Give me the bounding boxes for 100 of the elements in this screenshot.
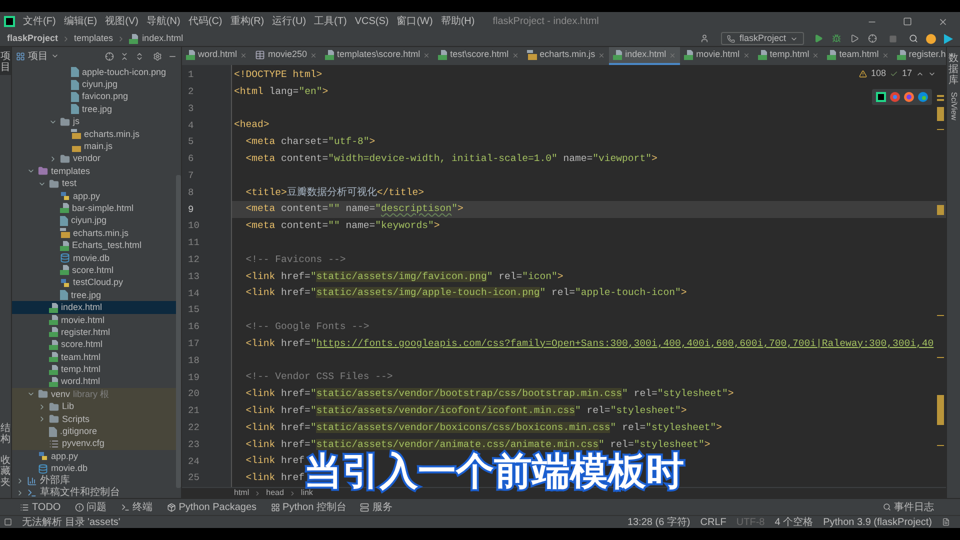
close-icon[interactable] (512, 52, 519, 58)
chevron-right-icon[interactable] (38, 415, 46, 424)
edge-icon[interactable] (918, 92, 928, 102)
update-icon[interactable] (926, 34, 936, 44)
status-item[interactable]: 4 个空格 (774, 514, 814, 530)
status-item[interactable]: CRLF (700, 514, 726, 530)
tree-item[interactable]: apple-touch-icon.png (12, 66, 176, 78)
tool-window-tab[interactable]: SciView (948, 92, 960, 120)
close-icon[interactable] (598, 52, 606, 58)
editor-tab[interactable]: register.h (892, 47, 950, 65)
tree-item[interactable]: bar-simple.html (12, 202, 176, 215)
menu-item[interactable]: 运行(U) (272, 14, 306, 29)
tree-item[interactable]: movie.html (12, 314, 176, 326)
tool-window-button[interactable]: Python 控制台 (270, 500, 346, 514)
status-item[interactable]: 13:28 (6 字符) (627, 514, 690, 530)
tree-item[interactable]: movie.db (12, 252, 176, 264)
tree-item[interactable]: app.py (12, 190, 176, 202)
editor-tab[interactable]: movie.html (680, 47, 754, 65)
tool-window-button[interactable]: 服务 (360, 500, 392, 514)
tree-item[interactable]: index.html (12, 301, 176, 314)
menu-item[interactable]: 文件(F) (23, 14, 56, 29)
menu-item[interactable]: 重构(R) (230, 14, 264, 29)
tree-item[interactable]: team.html (12, 350, 176, 364)
menu-item[interactable]: 代码(C) (188, 14, 222, 29)
menu-item[interactable]: 帮助(H) (440, 14, 475, 29)
breadcrumb-item[interactable]: index.html (142, 32, 184, 46)
tree-item[interactable]: word.html (12, 376, 176, 388)
menu-item[interactable]: 窗口(W) (396, 14, 433, 29)
check-icon[interactable] (890, 70, 898, 78)
ide-icon[interactable] (876, 92, 886, 102)
tree-item[interactable]: test (12, 178, 176, 190)
tree-item[interactable]: ciyun.jpg (12, 214, 176, 228)
close-icon[interactable] (742, 52, 750, 58)
tree-item[interactable]: 外部库 (12, 474, 176, 488)
tool-window-tab[interactable]: 数据库 (948, 53, 958, 86)
chevron-right-icon[interactable] (49, 154, 57, 163)
tree-item[interactable]: vendor (12, 152, 176, 166)
menu-item[interactable]: 工具(T) (314, 14, 347, 29)
user-icon[interactable] (700, 34, 710, 43)
close-icon[interactable] (882, 52, 889, 58)
tool-window-tab[interactable]: 结构 (0, 423, 10, 445)
caret-icon[interactable] (51, 52, 59, 60)
run-icon[interactable] (814, 34, 823, 43)
tree-item[interactable]: venv library 根 (12, 388, 176, 401)
tree-item[interactable]: 草稿文件和控制台 (12, 487, 176, 498)
chevron-right-icon[interactable] (16, 477, 24, 486)
editor-tab[interactable]: echarts.min.js (522, 47, 610, 65)
tool-window-button[interactable]: Python Packages (166, 500, 257, 514)
maximize-icon[interactable] (903, 17, 912, 26)
file-icon[interactable] (942, 518, 950, 526)
tree-item[interactable]: score.html (12, 264, 176, 277)
collapse-icon[interactable] (120, 52, 129, 60)
scrollbar-thumb[interactable] (176, 175, 181, 488)
editor-tab[interactable]: team.html (823, 47, 893, 65)
close-icon[interactable] (423, 52, 430, 58)
tree-item[interactable]: tree.jpg (12, 103, 176, 116)
tree-item[interactable]: Scripts (12, 412, 176, 426)
breadcrumb-item[interactable]: html (234, 487, 250, 499)
tree-item[interactable]: movie.db (12, 462, 176, 475)
panel-title[interactable]: 项目 (28, 48, 48, 64)
chevron-right-icon[interactable] (16, 489, 24, 498)
tool-window-tab[interactable]: 收藏夹 (0, 455, 10, 488)
tree-item[interactable]: main.js (12, 140, 176, 153)
menu-item[interactable]: 编辑(E) (64, 14, 98, 29)
editor-tab[interactable]: test\score.html (434, 47, 523, 65)
menu-item[interactable]: 导航(N) (146, 14, 180, 29)
firefox-icon[interactable] (904, 92, 914, 102)
breadcrumb-item[interactable]: templates (74, 32, 114, 46)
close-icon[interactable] (240, 52, 248, 58)
event-log-button[interactable]: 事件日志 (883, 500, 934, 514)
close-icon[interactable] (812, 52, 820, 58)
tree-item[interactable]: register.html (12, 326, 176, 339)
close-icon[interactable] (310, 52, 318, 58)
editor-tab[interactable]: temp.html (754, 47, 824, 65)
chrome-icon[interactable] (890, 92, 900, 102)
tree-item[interactable]: Lib (12, 400, 176, 413)
tree-item[interactable]: favicon.png (12, 90, 176, 104)
breadcrumb-item[interactable]: flaskProject (7, 32, 58, 46)
tree-item[interactable]: ciyun.jpg (12, 78, 176, 91)
editor-tab[interactable]: templates\score.html (321, 47, 434, 65)
tree-item[interactable]: echarts.min.js (12, 227, 176, 240)
tree-item[interactable]: pyvenv.cfg (12, 438, 176, 450)
tree-item[interactable]: score.html (12, 338, 176, 351)
expand-icon[interactable] (135, 52, 144, 60)
logo-icon[interactable] (944, 34, 953, 44)
tree-item[interactable]: tree.jpg (12, 289, 176, 302)
warning-icon[interactable] (858, 70, 867, 78)
editor-tab[interactable]: movie250 (251, 47, 322, 65)
tree-item[interactable]: templates (12, 165, 176, 178)
tree-item[interactable]: testCloud.py (12, 276, 176, 290)
settings-icon[interactable] (153, 52, 162, 60)
status-item[interactable]: Python 3.9 (flaskProject) (823, 514, 932, 530)
menu-item[interactable]: 视图(V) (105, 14, 138, 29)
breadcrumb-item[interactable]: head (266, 487, 284, 499)
tree-item[interactable]: .gitignore (12, 425, 176, 438)
chevron-right-icon[interactable] (38, 402, 46, 411)
tree-item[interactable]: app.py (12, 450, 176, 462)
search-icon[interactable] (909, 34, 918, 43)
tree-item[interactable]: echarts.min.js (12, 128, 176, 140)
locate-icon[interactable] (105, 52, 114, 60)
